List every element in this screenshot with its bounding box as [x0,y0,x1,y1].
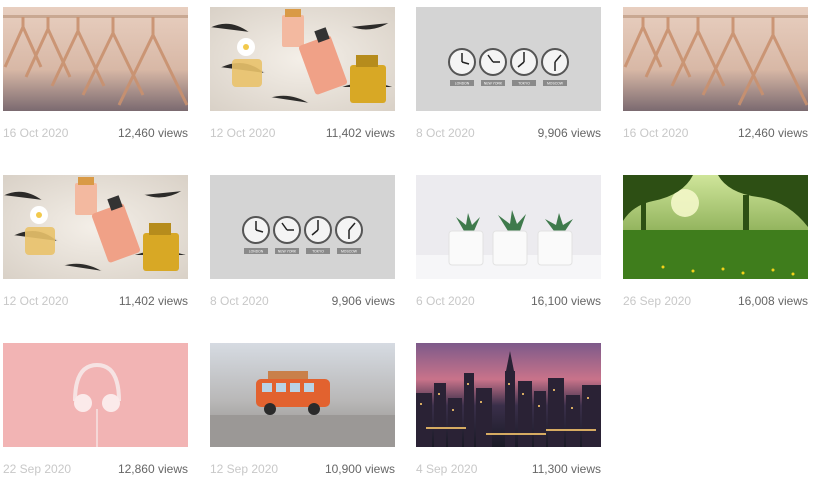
gallery-card[interactable]: 12 Oct 2020 11,402 views [210,7,395,140]
gallery-card[interactable]: 22 Sep 2020 12,860 views [3,343,188,476]
view-count: 11,402 views [325,126,395,140]
city-skyline-photo[interactable] [416,343,601,447]
toy-bus-photo[interactable] [210,343,395,447]
upload-date: 16 Oct 2020 [623,126,689,140]
clock-label-tokyo: TOKYO [312,250,324,254]
gallery-card[interactable]: 16 Oct 2020 12,460 views [3,7,188,140]
view-count: 12,860 views [117,462,188,476]
upload-date: 22 Sep 2020 [3,462,72,476]
forest-meadow-photo[interactable] [623,175,808,279]
view-count: 9,906 views [537,126,601,140]
gallery-card[interactable]: 16 Oct 2020 12,460 views [623,7,808,140]
gallery-card[interactable]: LONDON NEW YORK TOKYO MOSCOW 8 Oct 2020 … [416,7,601,140]
gallery-card[interactable]: 12 Sep 2020 10,900 views [210,343,395,476]
upload-date: 12 Oct 2020 [3,294,69,308]
upload-date: 8 Oct 2020 [416,126,475,140]
view-count: 16,100 views [530,294,601,308]
view-count: 11,300 views [531,462,601,476]
view-count: 10,900 views [324,462,395,476]
upload-date: 12 Sep 2020 [210,462,279,476]
hangers-photo[interactable] [623,7,808,111]
gallery-card[interactable]: 26 Sep 2020 16,008 views [623,175,808,308]
upload-date: 4 Sep 2020 [416,462,478,476]
view-count: 12,460 views [737,126,808,140]
gallery-card[interactable]: 6 Oct 2020 16,100 views [416,175,601,308]
clock-label-new-york: NEW YORK [484,82,503,86]
perfume-photo[interactable] [3,175,188,279]
upload-date: 8 Oct 2020 [210,294,269,308]
video-gallery: 16 Oct 2020 12,460 views 12 Oct 2020 11,… [0,0,814,480]
view-count: 16,008 views [737,294,808,308]
headphones-photo[interactable] [3,343,188,447]
clock-label-new-york: NEW YORK [278,250,297,254]
upload-date: 26 Sep 2020 [623,294,692,308]
clock-label-london: LONDON [249,250,264,254]
succulents-photo[interactable] [416,175,601,279]
upload-date: 12 Oct 2020 [210,126,276,140]
view-count: 11,402 views [118,294,188,308]
clocks-photo[interactable]: LONDON NEW YORK TOKYO MOSCOW [210,175,395,279]
clock-label-london: LONDON [455,82,470,86]
gallery-card[interactable]: 4 Sep 2020 11,300 views [416,343,601,476]
hangers-photo[interactable] [3,7,188,111]
gallery-card[interactable]: LONDON NEW YORK TOKYO MOSCOW 8 Oct 2020 … [210,175,395,308]
clock-label-moscow: MOSCOW [341,250,358,254]
view-count: 9,906 views [331,294,395,308]
view-count: 12,460 views [117,126,188,140]
gallery-card[interactable]: 12 Oct 2020 11,402 views [3,175,188,308]
perfume-photo[interactable] [210,7,395,111]
clock-label-moscow: MOSCOW [547,82,564,86]
upload-date: 6 Oct 2020 [416,294,475,308]
clocks-photo[interactable]: LONDON NEW YORK TOKYO MOSCOW [416,7,601,111]
upload-date: 16 Oct 2020 [3,126,69,140]
clock-label-tokyo: TOKYO [518,82,530,86]
